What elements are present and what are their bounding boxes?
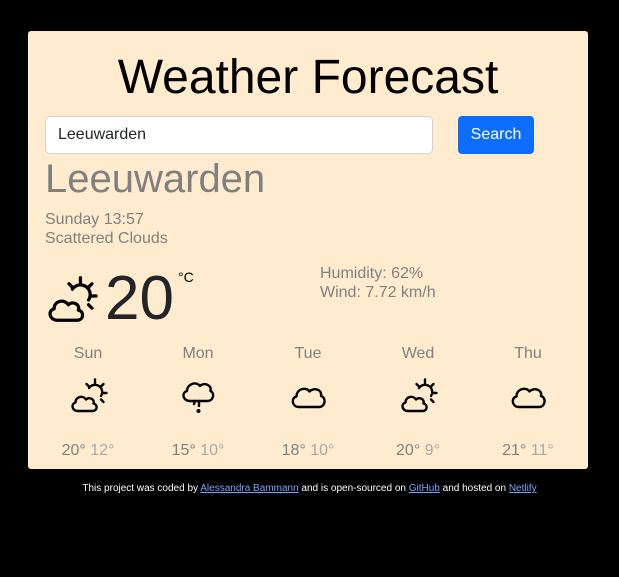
wind-speed: Wind: 7.72 km/h [320, 284, 436, 301]
footer: This project was coded by Alessandra Bam… [0, 482, 619, 496]
forecast-max: 21° [502, 442, 527, 459]
forecast-max: 20° [396, 442, 421, 459]
footer-text: This project was coded by [82, 483, 199, 494]
forecast-temps: 20° 9° [373, 441, 463, 461]
forecast-min: 9° [424, 442, 440, 459]
forecast-temps: 20° 12° [43, 441, 133, 461]
current-datetime: Sunday 13:57 [45, 211, 144, 228]
forecast-day-name: Wed [401, 345, 435, 362]
footer-text: and is open-sourced on [301, 483, 406, 494]
city-name: Leeuwarden [45, 157, 266, 201]
forecast-day-name: Sun [73, 345, 103, 362]
cloud-icon [511, 387, 546, 409]
temperature-unit-celsius[interactable]: °C [178, 269, 194, 285]
forecast-max: 20° [61, 442, 86, 459]
author-link[interactable]: Alessandra Bammann [200, 483, 298, 494]
current-temperature: 20 [105, 264, 174, 333]
humidity: Humidity: 62% [320, 265, 424, 282]
forecast-day: Thu 21° 11° [483, 344, 573, 461]
forecast-min: 11° [530, 442, 554, 459]
forecast-day-name: Tue [294, 345, 322, 362]
forecast-min: 10° [310, 442, 335, 459]
forecast-day: Wed 20° 9° [373, 344, 463, 461]
search-input[interactable] [45, 116, 433, 154]
forecast-day-name: Mon [182, 345, 214, 362]
forecast-day-name: Thu [514, 345, 542, 362]
forecast-temps: 15° 10° [153, 441, 243, 461]
forecast-day: Tue 18° 10° [263, 344, 353, 461]
forecast-min: 10° [200, 442, 225, 459]
forecast-temps: 21° 11° [483, 441, 573, 461]
footer-text: and hosted on [442, 483, 507, 494]
search-button[interactable]: Search [458, 116, 534, 154]
rain-cloud-icon [182, 382, 215, 413]
sun-behind-cloud-icon [401, 378, 438, 413]
github-link[interactable]: GitHub [409, 483, 440, 494]
sun-behind-cloud-icon [48, 276, 98, 322]
page-title: Weather Forecast [117, 51, 499, 104]
forecast-max: 18° [281, 442, 306, 459]
forecast-temps: 18° 10° [263, 441, 353, 461]
forecast-day: Mon 15° 10° [153, 344, 243, 461]
sun-behind-cloud-icon [71, 378, 108, 413]
netlify-link[interactable]: Netlify [509, 483, 537, 494]
weather-card: Weather Forecast Search Leeuwarden Sunda… [28, 31, 588, 469]
forecast-day: Sun 20° 12° [43, 344, 133, 461]
forecast-min: 12° [90, 442, 115, 459]
weather-description: Scattered Clouds [45, 230, 168, 247]
forecast-max: 15° [171, 442, 196, 459]
cloud-icon [291, 387, 326, 409]
